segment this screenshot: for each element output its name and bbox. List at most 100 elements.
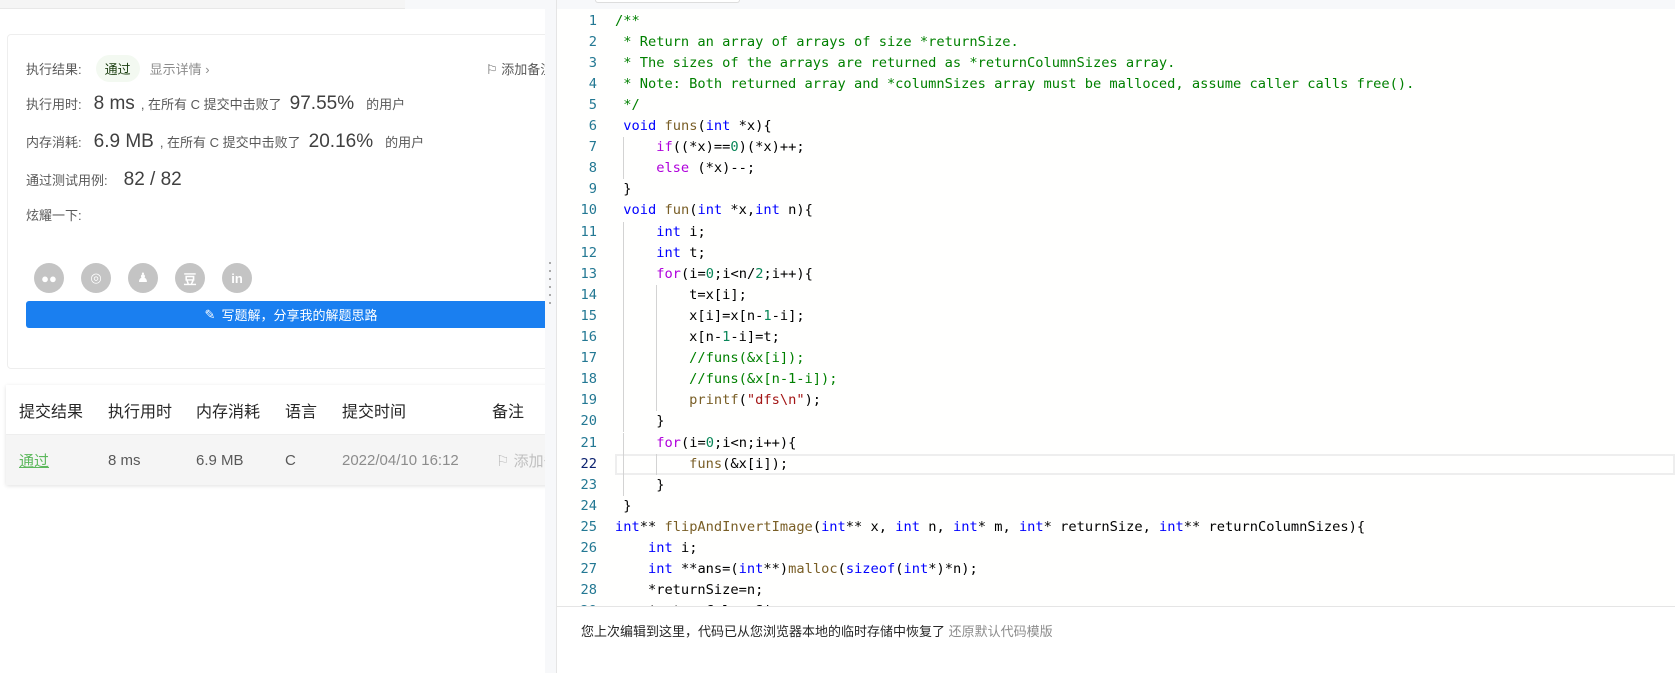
indent-guide xyxy=(623,453,625,475)
row-runtime: 8 ms xyxy=(108,451,141,469)
code-line[interactable]: for(i=0;i<n;i++){ xyxy=(615,433,796,454)
row-result-link[interactable]: 通过 xyxy=(19,450,49,471)
indent-guide xyxy=(623,390,625,412)
runtime-beat-text: , 在所有 C 提交中击败了 xyxy=(140,97,282,112)
memory-percent: 20.16% xyxy=(308,131,374,152)
line-number: 3 xyxy=(588,54,597,71)
restore-default-template-link[interactable]: 还原默认代码模版 xyxy=(949,624,1053,639)
line-number: 17 xyxy=(580,350,597,367)
memory-label: 内存消耗: xyxy=(26,135,82,150)
code-line[interactable]: //funs(&x[i]); xyxy=(615,348,804,369)
code-line[interactable]: /** xyxy=(615,11,640,32)
line-number: 26 xyxy=(580,540,597,556)
memory-users: 的用户 xyxy=(385,135,425,150)
indent-guide xyxy=(623,284,625,306)
line-number: 14 xyxy=(580,286,597,303)
restore-notice: 您上次编辑到这里，代码已从您浏览器本地的临时存储中恢复了 还原默认代码模版 xyxy=(557,606,1675,673)
code-line[interactable]: funs(&x[i]); xyxy=(615,454,788,475)
line-number: 10 xyxy=(580,202,597,219)
share-label: 炫耀一下: xyxy=(26,208,82,223)
indent-guide xyxy=(656,305,658,327)
code-line[interactable]: */ xyxy=(615,95,640,116)
write-solution-label: 写题解，分享我的解题思路 xyxy=(221,308,378,323)
indent-guide xyxy=(623,137,625,159)
status-badge: 通过 xyxy=(95,55,140,82)
indent-guide xyxy=(623,263,625,285)
code-line[interactable]: void funs(int *x){ xyxy=(615,116,771,137)
table-row[interactable]: 通过 8 ms 6.9 MB C 2022/04/10 16:12 ⚐ 添加备注 xyxy=(6,435,574,485)
editor-tab[interactable] xyxy=(595,0,740,3)
write-solution-button[interactable]: ✎ 写题解，分享我的解题思路 xyxy=(26,301,556,328)
row-language: C xyxy=(285,451,296,469)
code-line[interactable]: int **ans=(int**)malloc(sizeof(int*)*n); xyxy=(615,559,978,580)
indent-guide xyxy=(623,305,625,327)
indent-guide xyxy=(623,158,625,180)
code-line[interactable]: *returnSize=n; xyxy=(615,580,763,601)
douban-icon[interactable]: 豆 xyxy=(175,263,205,293)
memory-beat-text: , 在所有 C 提交中击败了 xyxy=(159,135,301,150)
code-line[interactable]: x[i]=x[n-1-i]; xyxy=(615,306,804,327)
line-number: 8 xyxy=(588,160,597,177)
code-line[interactable]: void fun(int *x,int n){ xyxy=(615,200,813,221)
line-number: 2 xyxy=(588,33,597,50)
line-number: 7 xyxy=(588,139,597,156)
indent-guide xyxy=(623,242,625,264)
indent-guide xyxy=(623,474,625,496)
code-line[interactable]: * Note: Both returned array and *columnS… xyxy=(615,74,1414,95)
add-note-button[interactable]: ⚐ 添加备注 xyxy=(486,59,553,78)
indent-guide xyxy=(623,432,625,454)
indent-guide xyxy=(656,284,658,306)
indent-guide xyxy=(656,453,658,475)
code-line[interactable]: * The sizes of the arrays are returned a… xyxy=(615,53,1175,74)
share-row: 炫耀一下: xyxy=(26,205,82,224)
indent-guide xyxy=(623,221,625,243)
code-editor[interactable]: 1 2 3 4 5 6 7 8 9 10 11 12 13 14 15 16 17 18 19 20 21 22 23 24 2… xyxy=(557,9,1675,606)
code-line[interactable]: * Return an array of arrays of size *ret… xyxy=(615,32,1019,53)
line-number: 12 xyxy=(580,244,597,261)
runtime-users: 的用户 xyxy=(366,97,406,112)
header-time: 提交时间 xyxy=(342,403,407,421)
line-number: 16 xyxy=(580,329,597,345)
code-line[interactable]: int i; xyxy=(615,222,705,243)
runtime-row: 执行用时: 8 ms , 在所有 C 提交中击败了 97.55% 的用户 xyxy=(26,93,405,115)
code-line[interactable]: x[n-1-i]=t; xyxy=(615,327,780,348)
header-note: 备注 xyxy=(492,403,525,421)
line-number: 11 xyxy=(580,223,597,240)
code-line[interactable]: } xyxy=(615,496,631,517)
header-language: 语言 xyxy=(285,403,318,421)
line-number: 25 xyxy=(580,518,597,535)
indent-guide xyxy=(623,327,625,349)
memory-row: 内存消耗: 6.9 MB , 在所有 C 提交中击败了 20.16% 的用户 xyxy=(26,131,424,153)
code-line[interactable]: printf("dfs\n"); xyxy=(615,390,821,411)
top-bar xyxy=(0,0,405,9)
share-icons: ●● ◎ ♟ 豆 in xyxy=(34,263,252,293)
code-line[interactable]: //funs(&x[n-1-i]); xyxy=(615,369,837,390)
indent-guide xyxy=(623,411,625,433)
line-number: 24 xyxy=(580,497,597,514)
code-line[interactable]: int i; xyxy=(615,538,697,559)
panel-resize-handle[interactable] xyxy=(545,0,557,673)
linkedin-icon[interactable]: in xyxy=(222,263,252,293)
line-number: 9 xyxy=(588,181,597,198)
code-line[interactable]: int** flipAndInvertImage(int** x, int n,… xyxy=(615,517,1365,538)
code-line[interactable]: t=x[i]; xyxy=(615,285,747,306)
weibo-icon[interactable]: ◎ xyxy=(81,263,111,293)
code-line[interactable]: if((*x)==0)(*x)++; xyxy=(615,137,804,158)
code-line[interactable]: else (*x)--; xyxy=(615,158,755,179)
code-line[interactable]: for(i=0;i<n/2;i++){ xyxy=(615,264,813,285)
memory-value: 6.9 MB xyxy=(93,131,154,152)
header-memory: 内存消耗 xyxy=(196,403,261,421)
pencil-icon: ✎ xyxy=(204,306,216,322)
runtime-value: 8 ms xyxy=(93,93,135,114)
code-line[interactable]: } xyxy=(615,179,631,200)
line-number: 13 xyxy=(580,265,597,282)
line-number: 27 xyxy=(580,561,597,578)
row-memory: 6.9 MB xyxy=(196,451,244,469)
wechat-icon[interactable]: ●● xyxy=(34,263,64,293)
code-line[interactable]: int t; xyxy=(615,243,705,264)
status-row: 执行结果: 通过 显示详情 › xyxy=(26,55,210,82)
line-number: 23 xyxy=(580,476,597,493)
show-details-link[interactable]: 显示详情 › xyxy=(150,59,210,78)
flag-icon: ⚐ xyxy=(486,62,502,77)
qq-icon[interactable]: ♟ xyxy=(128,263,158,293)
